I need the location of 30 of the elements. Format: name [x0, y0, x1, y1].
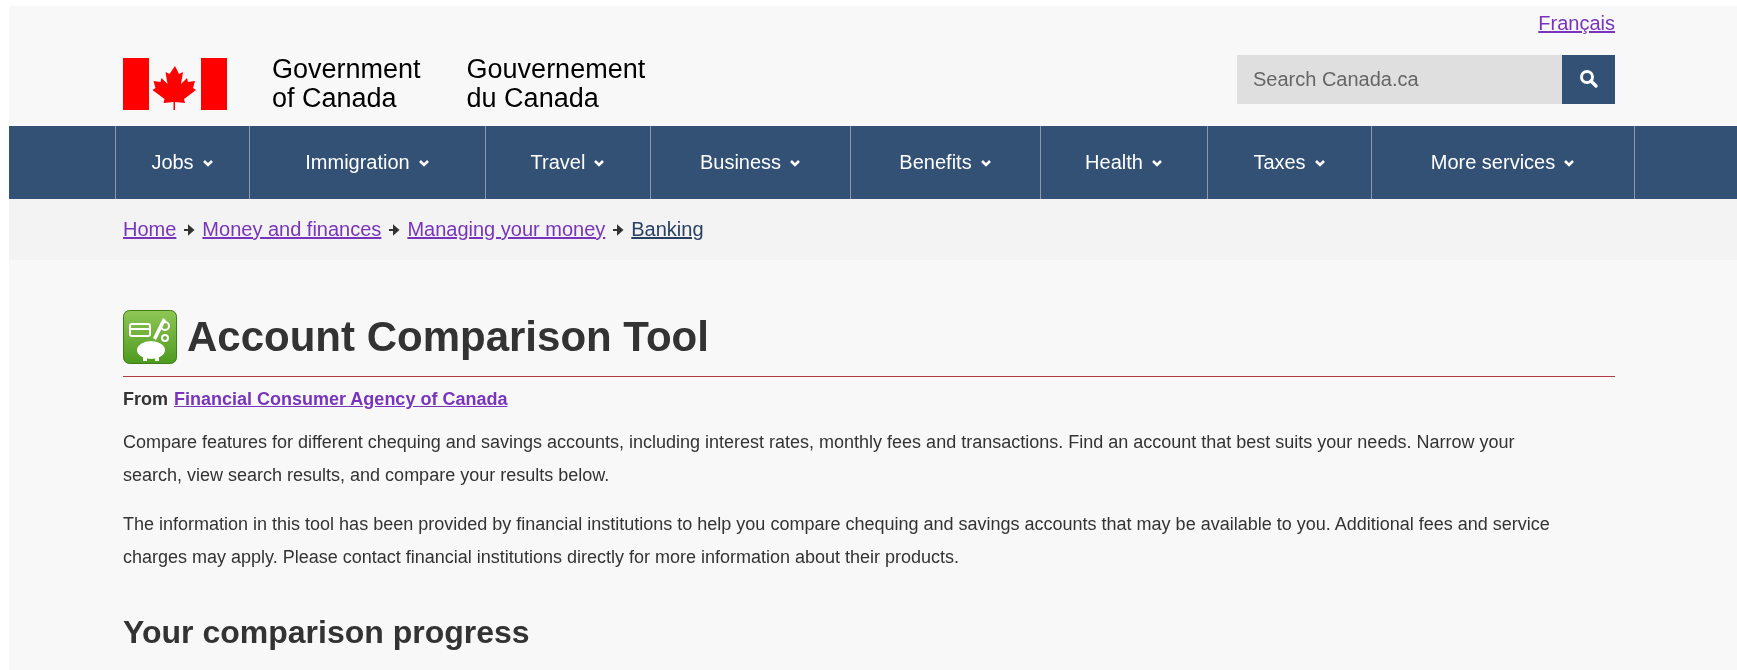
breadcrumb-link[interactable]: Managing your money [407, 218, 606, 241]
chevron-down-icon [1313, 157, 1326, 168]
breadcrumb-link[interactable]: Home [123, 218, 177, 241]
arrow-right-icon [183, 223, 196, 236]
arrow-right-icon [612, 223, 625, 236]
breadcrumb-link[interactable]: Banking [631, 218, 704, 241]
search-button[interactable] [1562, 54, 1615, 104]
piggy-bank-icon [123, 310, 177, 364]
chevron-down-icon [1150, 157, 1163, 168]
page-title: Account Comparison Tool [187, 313, 709, 361]
signature-text: Government of Canada [272, 55, 421, 113]
canada-flag-icon [123, 58, 227, 110]
language-link[interactable]: Français [1538, 12, 1615, 42]
paragraph: Compare features for different chequing and savings accounts, including interest rates, monthly fees and transactions. Find an account that best suits your needs. Narrow your search, view search results, and compare your results below. [123, 431, 1516, 487]
nav-menu-item[interactable]: More services [1371, 126, 1635, 199]
chevron-down-icon [1563, 157, 1576, 168]
search-icon [1578, 69, 1599, 89]
chevron-down-icon [593, 157, 606, 168]
chevron-down-icon [201, 157, 214, 168]
paragraph: The information in this tool has been provided by financial institutions to help you compare chequing and savings accounts that may be available to you. Additional fees and service charges may apply. Please contact financial institutions directly for more information about their products. [123, 513, 1551, 569]
chevron-down-icon [417, 157, 430, 168]
source-link[interactable]: Financial Consumer Agency of Canada [174, 389, 508, 409]
section-heading: Your comparison progress [123, 614, 531, 651]
signature-text: Gouvernement du Canada [466, 55, 646, 113]
arrow-right-icon [388, 223, 401, 236]
chevron-down-icon [789, 157, 802, 168]
breadcrumb-link[interactable]: Money and finances [202, 218, 382, 241]
source-label: From [123, 389, 168, 409]
search-field[interactable]: Search Canada.ca [1237, 54, 1562, 104]
chevron-down-icon [979, 157, 992, 168]
